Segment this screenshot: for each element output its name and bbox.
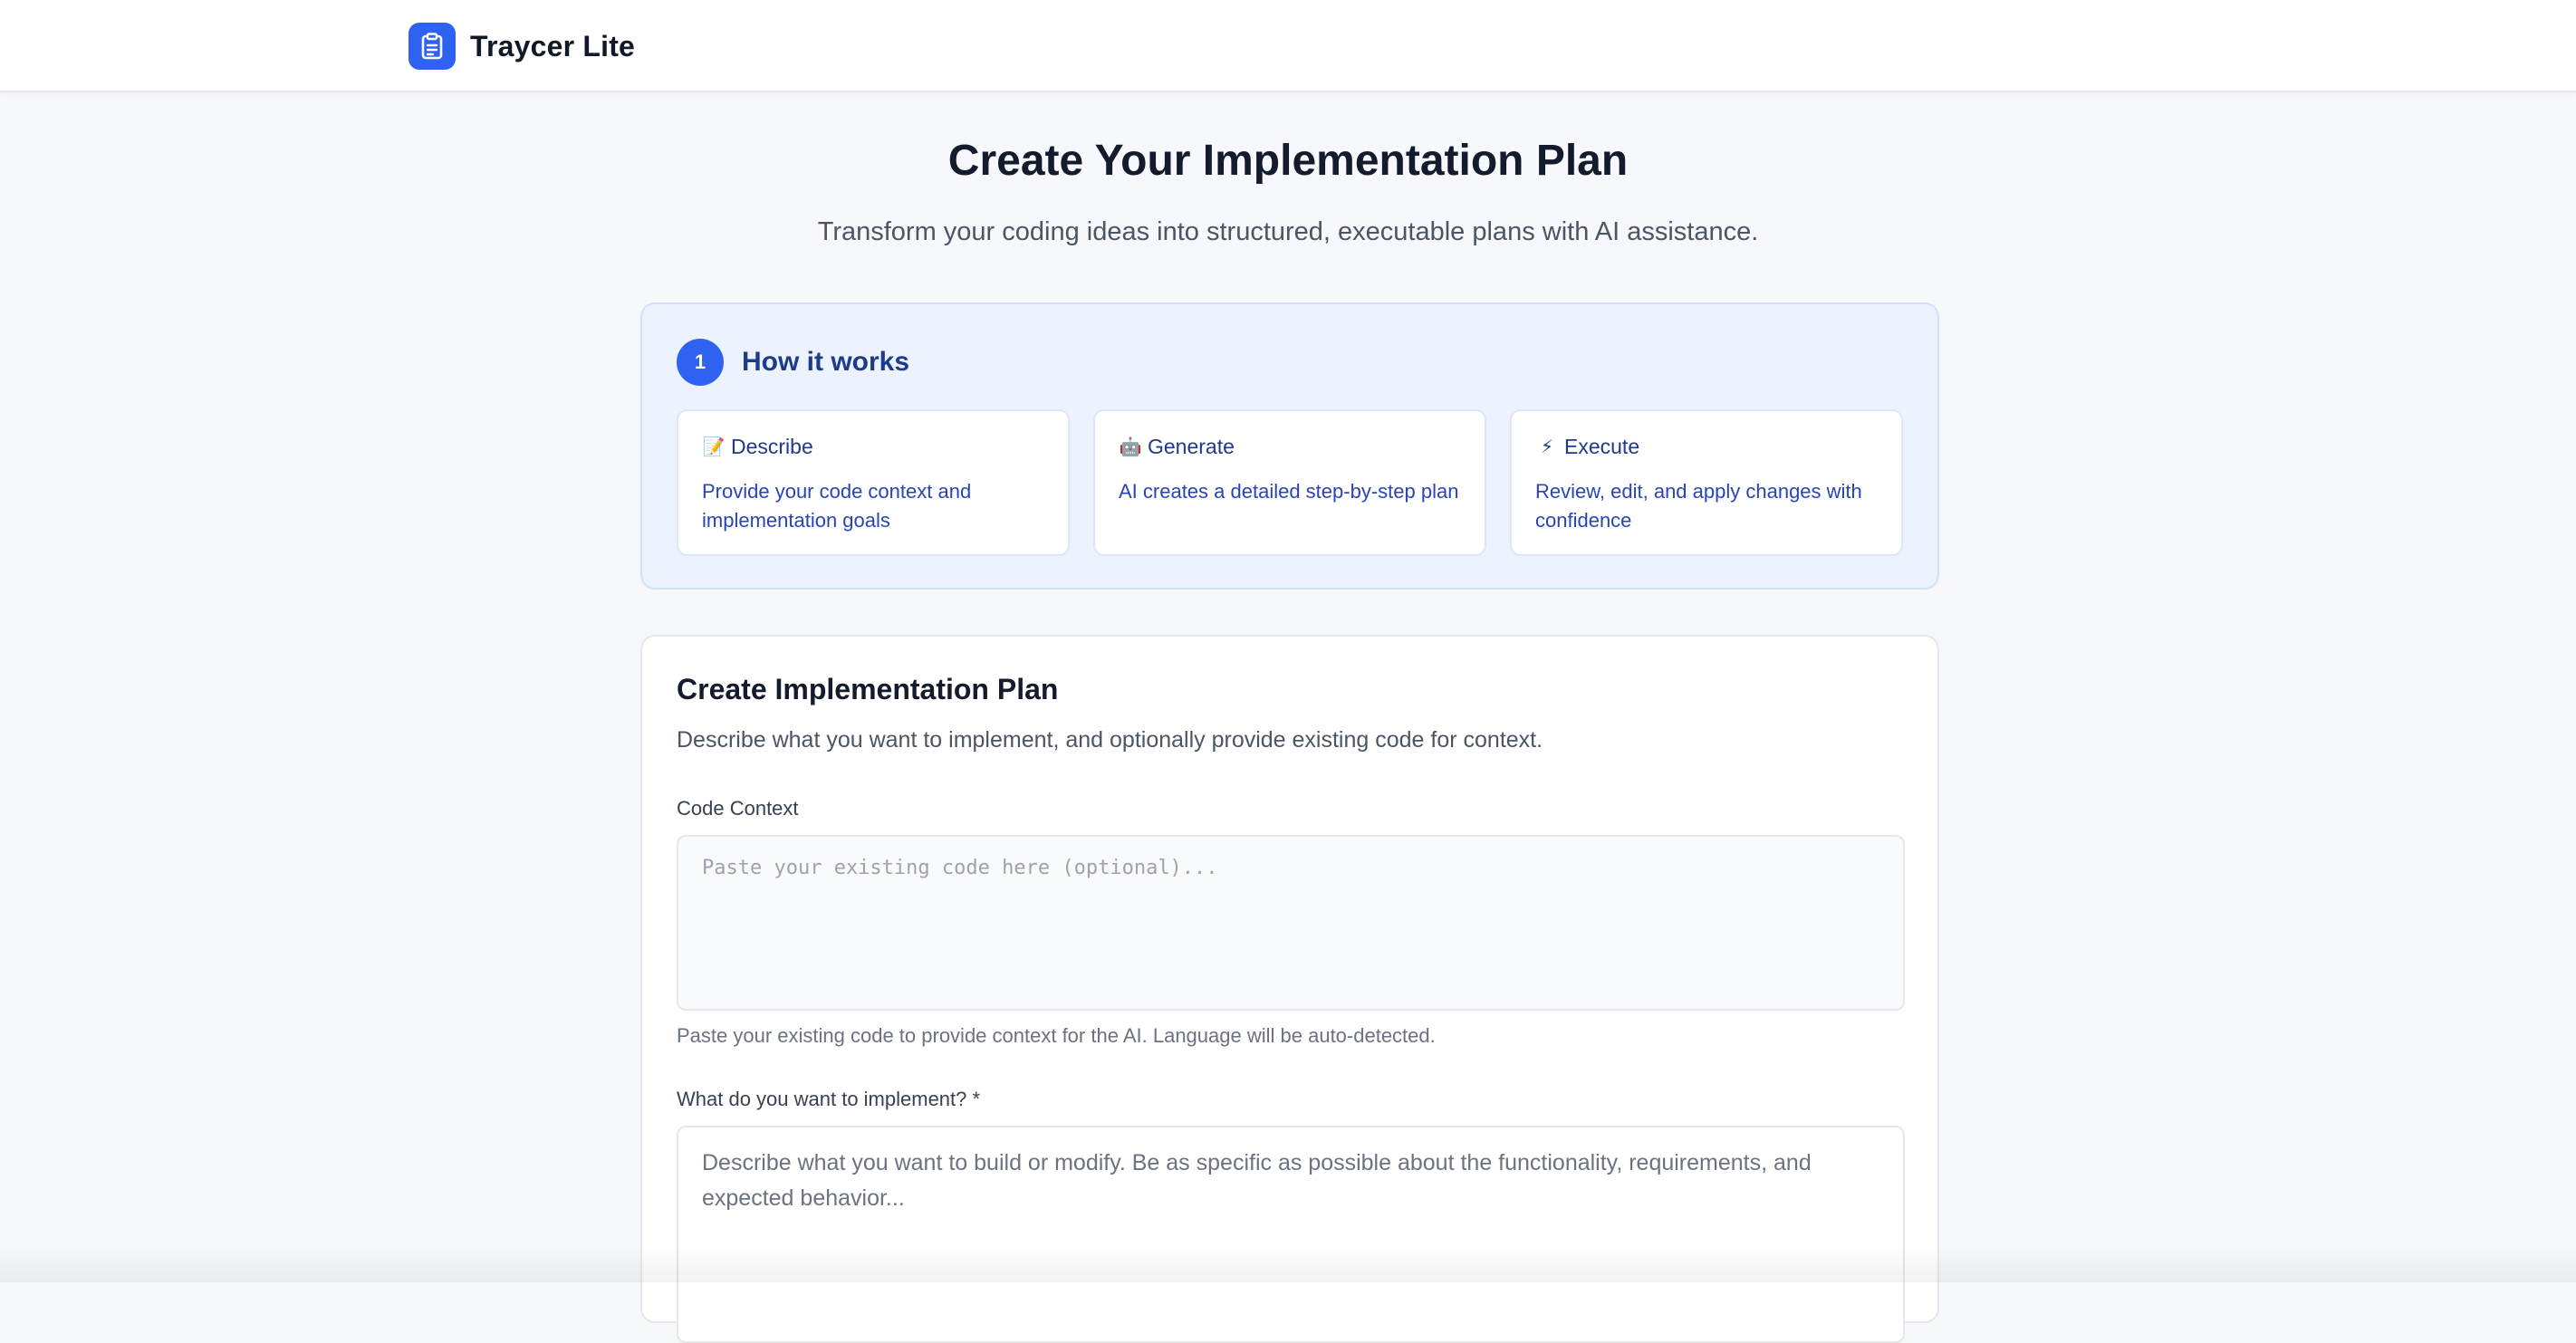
lightning-icon: ⚡ (1540, 437, 1554, 457)
clipboard-icon (409, 23, 456, 70)
step-card-generate: 🤖 Generate AI creates a detailed step-by… (1093, 409, 1486, 556)
form-subtitle: Describe what you want to implement, and… (677, 727, 1543, 753)
step-card-describe: 📝 Describe Provide your code context and… (677, 409, 1070, 556)
step-description: Review, edit, and apply changes with con… (1535, 480, 1862, 532)
step-title-label: Describe (731, 435, 813, 458)
form-title: Create Implementation Plan (677, 673, 1059, 705)
code-context-help: Paste your existing code to provide cont… (677, 1024, 1436, 1047)
app-name: Traycer Lite (470, 29, 636, 62)
step-card-execute: ⚡ Execute Review, edit, and apply change… (1510, 409, 1903, 556)
how-it-works-title: How it works (742, 347, 910, 377)
step-title: ⚡ Execute (1535, 435, 1878, 459)
implementation-input[interactable] (677, 1126, 1905, 1343)
step-description: Provide your code context and implementa… (702, 480, 972, 532)
how-it-works-header: 1 How it works (677, 339, 909, 386)
code-context-input[interactable] (677, 835, 1905, 1011)
step-title: 🤖 Generate (1119, 435, 1461, 459)
step-description: AI creates a detailed step-by-step plan (1119, 480, 1459, 503)
page-subtitle: Transform your coding ideas into structu… (817, 217, 1759, 246)
step-number-badge: 1 (677, 339, 724, 386)
memo-icon: 📝 (702, 437, 726, 457)
robot-icon: 🤖 (1119, 437, 1142, 457)
how-it-works-panel: 1 How it works 📝 Describe Provide your c… (640, 302, 1939, 590)
implementation-label: What do you want to implement? * (677, 1088, 981, 1110)
top-navbar: Traycer Lite (0, 0, 2576, 92)
step-title-label: Generate (1148, 435, 1235, 458)
code-context-label: Code Context (677, 797, 799, 820)
brand[interactable]: Traycer Lite (409, 22, 635, 71)
step-title: 📝 Describe (702, 435, 1044, 459)
page-title: Create Your Implementation Plan (947, 137, 1629, 185)
plan-form-card: Create Implementation Plan Describe what… (640, 635, 1939, 1343)
step-title-label: Execute (1564, 435, 1640, 458)
